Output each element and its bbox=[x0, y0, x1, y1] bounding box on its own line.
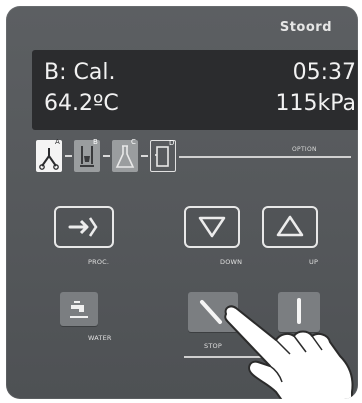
pressure-readout: 115kPa bbox=[275, 91, 357, 116]
water-button[interactable] bbox=[60, 292, 98, 326]
step-connector bbox=[103, 155, 110, 157]
step-c: C bbox=[112, 138, 138, 172]
up-button[interactable] bbox=[262, 206, 318, 248]
faucet-icon bbox=[70, 301, 88, 318]
time-readout: 05:37 bbox=[292, 60, 356, 85]
step-letter: C bbox=[131, 138, 136, 146]
step-connector bbox=[141, 155, 148, 157]
step-a: A bbox=[36, 138, 62, 172]
option-label: OPTION bbox=[292, 146, 317, 153]
water-label: WATER bbox=[88, 334, 112, 342]
lcd-display: B: Cal. 05:37 64.2ºC 115kPa bbox=[32, 50, 358, 130]
down-label: DOWN bbox=[220, 258, 243, 266]
start-button[interactable] bbox=[278, 292, 320, 332]
triangle-down-icon bbox=[198, 216, 226, 238]
stop-slash-icon bbox=[200, 300, 222, 324]
stop-label: STOP bbox=[204, 342, 222, 350]
option-line bbox=[179, 156, 351, 158]
cycle-step-indicator: A B C D OPTION bbox=[36, 138, 356, 178]
start-label: START bbox=[286, 342, 308, 350]
proc-label: PROC. bbox=[88, 258, 110, 266]
step-connector bbox=[65, 155, 72, 157]
stop-button[interactable] bbox=[188, 292, 238, 332]
step-letter: B bbox=[93, 138, 98, 146]
enter-arrow-icon bbox=[68, 217, 98, 237]
up-label: UP bbox=[309, 258, 319, 266]
program-readout: B: Cal. bbox=[44, 60, 116, 85]
step-d: D bbox=[150, 139, 176, 172]
triangle-up-icon bbox=[276, 215, 304, 237]
step-letter: D bbox=[169, 139, 175, 147]
down-button[interactable] bbox=[184, 206, 240, 248]
control-panel: Stoord B: Cal. 05:37 64.2ºC 115kPa A B C… bbox=[6, 6, 358, 399]
stop-start-underline bbox=[184, 356, 334, 358]
brand-logo: Stoord bbox=[279, 20, 332, 35]
step-b: B bbox=[74, 138, 100, 172]
start-bar-icon bbox=[297, 298, 301, 324]
proc-button[interactable] bbox=[54, 206, 114, 248]
step-letter: A bbox=[55, 138, 60, 146]
temperature-readout: 64.2ºC bbox=[44, 91, 119, 116]
